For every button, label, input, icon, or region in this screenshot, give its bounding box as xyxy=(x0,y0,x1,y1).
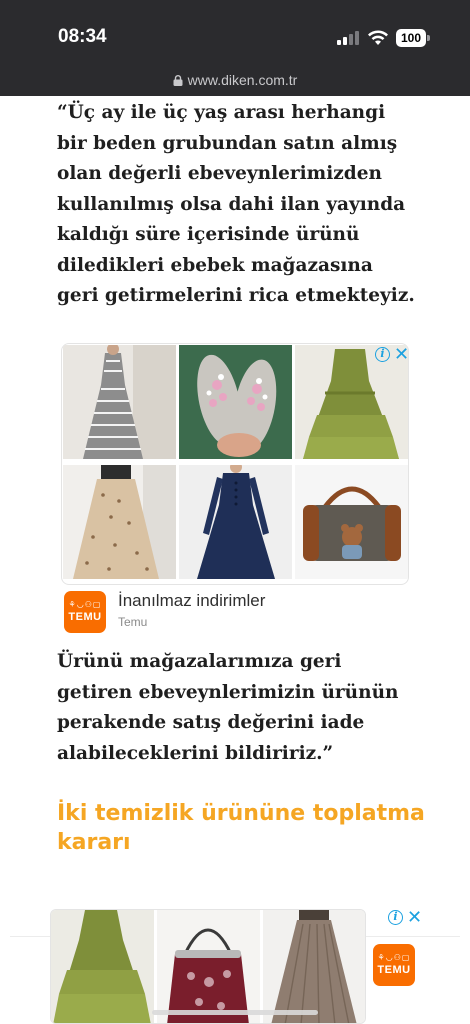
close-icon[interactable]: ✕ xyxy=(407,907,422,928)
temu-logo[interactable]: ⚘◡⚇▢ TEMU xyxy=(64,591,106,633)
status-bar: 08:34 100 www.diken.com.tr xyxy=(0,0,470,96)
logo-glyphs: ⚘◡⚇▢ xyxy=(68,600,102,609)
logo-wordmark: TEMU xyxy=(377,964,411,976)
url-text: www.diken.com.tr xyxy=(187,72,298,88)
battery-level: 100 xyxy=(396,29,426,47)
section-heading[interactable]: İki temizlik ürününe toplatma kararı xyxy=(57,799,427,857)
ad-product-image[interactable] xyxy=(157,910,260,1023)
info-icon[interactable]: i xyxy=(375,347,390,362)
ad-product-image[interactable] xyxy=(63,345,176,459)
ad-banner[interactable] xyxy=(50,909,366,1024)
ad-product-image[interactable] xyxy=(63,465,176,579)
ad-title[interactable]: İnanılmaz indirimler xyxy=(118,591,265,611)
logo-wordmark: TEMU xyxy=(68,611,102,623)
ad-choices-controls[interactable]: i ✕ xyxy=(375,344,408,365)
ad-product-image[interactable] xyxy=(179,465,292,579)
ad-product-image[interactable] xyxy=(179,345,292,459)
ad-product-image[interactable] xyxy=(51,910,154,1023)
ad-advertiser-row[interactable]: ⚘◡⚇▢ TEMU İnanılmaz indirimler Temu xyxy=(64,591,404,633)
ad-product-image[interactable] xyxy=(263,910,365,1023)
temu-logo[interactable]: ⚘◡⚇▢ TEMU xyxy=(373,944,415,986)
ad-banner[interactable]: i ✕ xyxy=(61,343,409,585)
article-paragraph: “Üç ay ile üç yaş arası herhangi bir bed… xyxy=(57,102,415,306)
clock-time: 08:34 xyxy=(58,26,107,47)
ad-product-image[interactable] xyxy=(295,465,408,579)
home-indicator[interactable] xyxy=(152,1010,318,1015)
info-icon[interactable]: i xyxy=(388,910,403,925)
article-paragraph: Ürünü mağazalarımıza geri getiren ebevey… xyxy=(57,651,399,764)
cellular-signal-icon xyxy=(337,31,361,45)
wifi-icon xyxy=(368,30,388,45)
address-bar[interactable]: www.diken.com.tr xyxy=(0,72,470,88)
battery-icon: 100 xyxy=(396,29,430,47)
ad-advertiser-name[interactable]: Temu xyxy=(118,615,147,629)
close-icon[interactable]: ✕ xyxy=(394,344,408,365)
ad-choices-controls[interactable]: i ✕ xyxy=(388,907,422,928)
logo-glyphs: ⚘◡⚇▢ xyxy=(377,953,411,962)
lock-icon xyxy=(173,75,183,86)
